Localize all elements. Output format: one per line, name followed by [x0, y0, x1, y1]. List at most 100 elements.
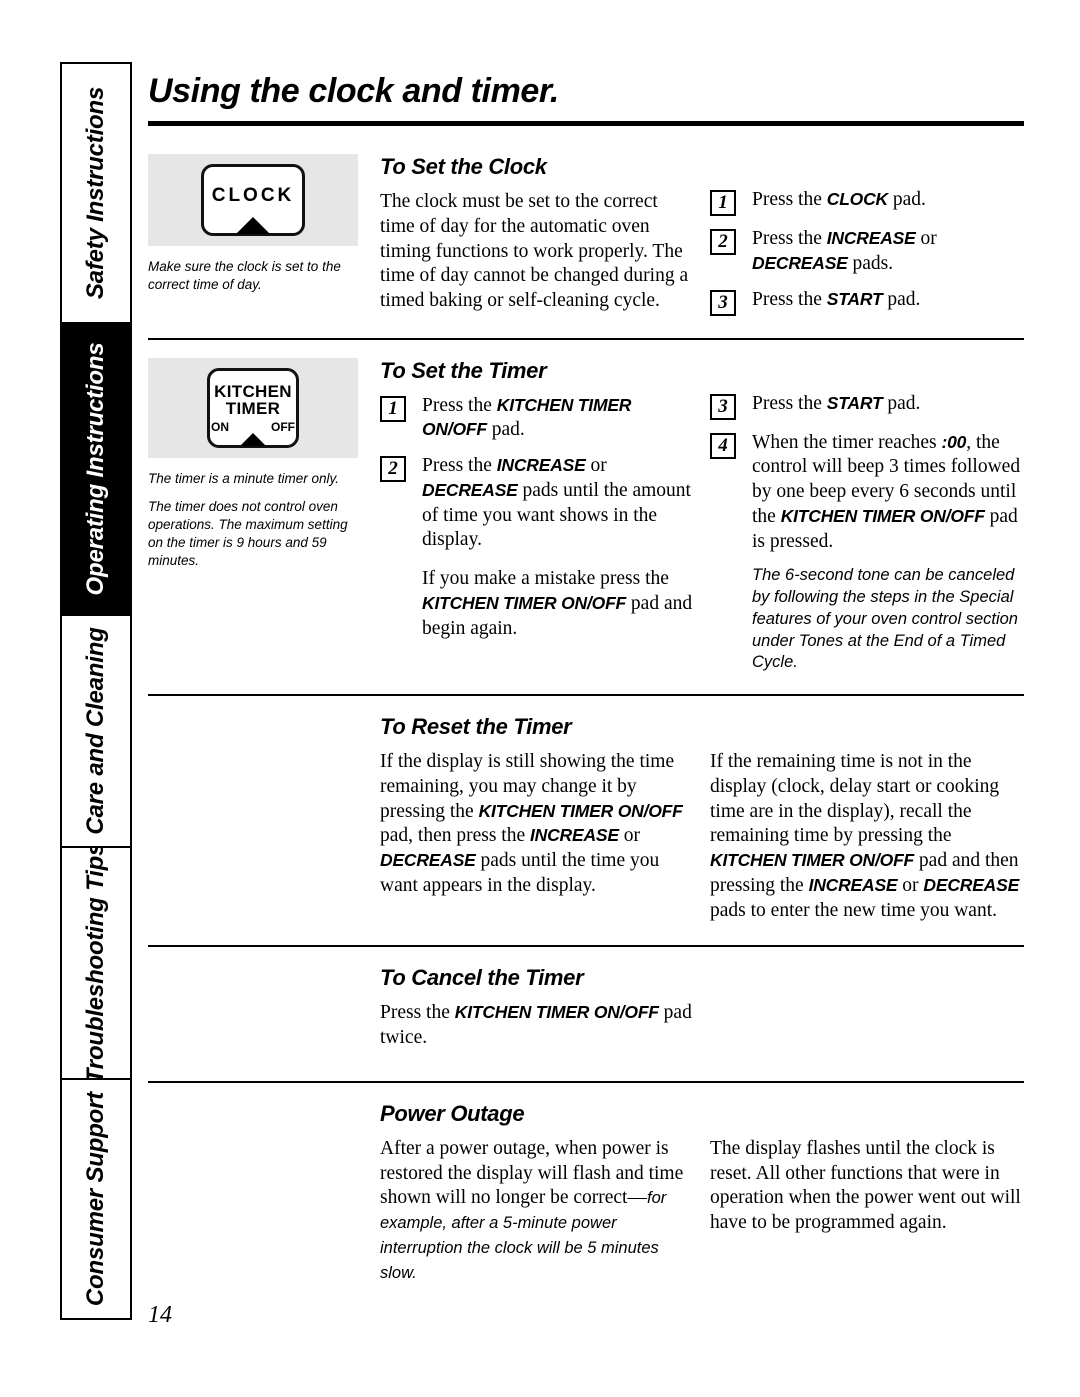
sidebar-tab-safety-instructions[interactable]: Safety Instructions: [62, 64, 130, 324]
keyword-start: START: [826, 392, 883, 413]
cancel-timer-text: Press the KITCHEN TIMER ON/OFF pad twice…: [380, 1001, 716, 1051]
keyword-increase: INCREASE: [826, 228, 916, 248]
power-outage-left-column: After a power outage, when power is rest…: [380, 1137, 710, 1286]
section-tab-sidebar: Safety Instructions Operating Instructio…: [60, 62, 132, 1320]
keyword-increase: INCREASE: [530, 825, 619, 846]
step-item: 4 When the timer reaches :00, the contro…: [710, 431, 1032, 555]
text-part: pads to enter the new time you want.: [710, 899, 998, 921]
text-part: After a power outage, when power is rest…: [380, 1137, 684, 1209]
step-text-post: pads.: [847, 252, 894, 274]
sidebar-tab-consumer-support[interactable]: Consumer Support: [62, 1080, 130, 1318]
keyword-kitchen-timer-on-off: KITCHEN TIMER ON/OFF: [710, 850, 915, 871]
triangle-indicator-icon: [240, 432, 266, 446]
reset-timer-right-column: If the remaining time is not in the disp…: [710, 750, 1032, 923]
set-clock-body: The clock must be set to the correct tim…: [380, 191, 689, 311]
step-number: 1: [380, 395, 406, 422]
set-timer-mistake-note: If you make a mistake press the KITCHEN …: [422, 567, 696, 641]
clock-pad-icon: CLOCK: [201, 164, 305, 236]
step-text-post: pad.: [882, 392, 921, 414]
step-item: 1 Press the KITCHEN TIMER ON/OFF pad.: [380, 394, 696, 444]
step-text: Press the START pad.: [752, 288, 1032, 313]
step-text-mid: or: [585, 455, 607, 476]
text-part: or: [618, 825, 640, 847]
step-text-pre: Press the: [752, 288, 827, 310]
step-text-pre: When the timer reaches: [752, 431, 942, 453]
step-text-pre: Press the: [422, 455, 497, 476]
sidebar-tab-care-and-cleaning[interactable]: Care and Cleaning: [62, 616, 130, 848]
section-to-set-the-clock: CLOCK Make sure the clock is set to the …: [148, 126, 1024, 316]
text-part: or: [897, 874, 924, 896]
mistake-text-pre: If you make a mistake press the: [422, 568, 669, 589]
step-text-mid: or: [915, 228, 937, 249]
step-text: Press the CLOCK pad.: [752, 188, 1032, 213]
section-power-outage: Power Outage After a power outage, when …: [148, 1083, 1024, 1286]
kitchen-timer-on-label: ON: [211, 419, 229, 434]
set-clock-steps-column: 1 Press the CLOCK pad. 2 Press the INCRE…: [710, 154, 1032, 316]
timer-caption-text-2: The timer does not control oven operatio…: [148, 498, 348, 569]
step-item: 3 Press the START pad.: [710, 392, 1032, 420]
reset-timer-right-text: If the remaining time is not in the disp…: [710, 750, 1032, 923]
heading-power-outage: Power Outage: [380, 1100, 525, 1126]
timer-illustration: KITCHEN TIMER ON OFF The timer is a minu…: [148, 357, 380, 571]
kitchen-timer-on-off-row: ON OFF: [211, 421, 295, 433]
power-outage-right-column: The display flashes until the clock is r…: [710, 1137, 1032, 1236]
set-clock-description-column: To Set the Clock The clock must be set t…: [380, 154, 710, 314]
sidebar-tab-label: Care and Cleaning: [82, 627, 109, 835]
clock-caption: Make sure the clock is set to the correc…: [148, 258, 360, 294]
step-text-pre: Press the: [422, 394, 497, 416]
step-item: 1 Press the CLOCK pad.: [710, 188, 1032, 216]
set-timer-right-column: 3 Press the START pad. 4 When the timer …: [710, 358, 1032, 675]
power-outage-right-text: The display flashes until the clock is r…: [710, 1137, 1021, 1234]
step-text-post: pad.: [486, 419, 525, 441]
step-text: Press the KITCHEN TIMER ON/OFF pad.: [422, 394, 696, 444]
keyword-kitchen-timer-on-off: KITCHEN TIMER ON/OFF: [454, 1002, 659, 1023]
keyword-start: START: [826, 288, 883, 309]
power-outage-left-text: After a power outage, when power is rest…: [380, 1137, 696, 1286]
timer-caption-text-1: The timer is a minute timer only.: [148, 470, 340, 486]
step-text-pre: Press the: [752, 189, 827, 210]
timer-pad-artbox: KITCHEN TIMER ON OFF: [148, 357, 358, 458]
heading-to-reset-the-timer: To Reset the Timer: [380, 714, 572, 740]
step-number: 4: [710, 432, 736, 459]
keyword-clock: CLOCK: [826, 189, 888, 209]
page-title: Using the clock and timer.: [148, 72, 559, 110]
text-part: If the remaining time is not in the disp…: [710, 751, 1000, 847]
step-text: When the timer reaches :00, the control …: [752, 431, 1032, 555]
page-number: 14: [148, 1302, 172, 1328]
sidebar-tab-label: Troubleshooting Tips: [82, 848, 109, 1080]
step-text-pre: Press the: [752, 392, 827, 414]
sidebar-tab-label: Safety Instructions: [82, 86, 109, 300]
section-to-cancel-the-timer: To Cancel the Timer Press the KITCHEN TI…: [148, 947, 1024, 1051]
reset-timer-left-text: If the display is still showing the time…: [380, 750, 696, 899]
keyword-decrease: DECREASE: [923, 874, 1020, 895]
section-to-set-the-timer: KITCHEN TIMER ON OFF The timer is a minu…: [148, 340, 1024, 675]
triangle-indicator-icon: [236, 217, 270, 234]
keyword-decrease: DECREASE: [380, 850, 476, 871]
step-text-pre: Press the: [752, 228, 827, 249]
keyword-increase: INCREASE: [496, 455, 586, 475]
set-timer-left-column: To Set the Timer 1 Press the KITCHEN TIM…: [380, 358, 710, 642]
six-second-tone-note: The 6-second tone can be canceled by fol…: [752, 566, 1018, 672]
step-number: 3: [710, 289, 736, 316]
sidebar-tab-operating-instructions[interactable]: Operating Instructions: [62, 324, 130, 616]
clock-pad-label: CLOCK: [211, 185, 295, 206]
keyword-increase: INCREASE: [808, 874, 898, 895]
heading-to-set-the-timer: To Set the Timer: [380, 357, 547, 383]
step-number: 2: [710, 229, 736, 255]
reset-timer-left-column: If the display is still showing the time…: [380, 750, 710, 899]
sidebar-tab-troubleshooting-tips[interactable]: Troubleshooting Tips: [62, 848, 130, 1080]
page-content: Using the clock and timer. CLOCK Make su…: [148, 72, 1024, 1285]
heading-to-cancel-the-timer: To Cancel the Timer: [380, 965, 584, 991]
step-item: 2 Press the INCREASE or DECREASE pads un…: [380, 454, 696, 553]
step-number: 3: [710, 393, 736, 420]
clock-caption-text: Make sure the clock is set to the correc…: [148, 259, 341, 293]
step-text: Press the INCREASE or DECREASE pads unti…: [422, 454, 696, 553]
step-item: 3 Press the START pad.: [710, 288, 1032, 316]
sidebar-tab-label: Operating Instructions: [82, 342, 109, 596]
keyword-kitchen-timer-on-off: KITCHEN TIMER ON/OFF: [780, 505, 985, 526]
keyword-decrease: DECREASE: [752, 252, 848, 273]
keyword-timer-zero: :00: [941, 431, 967, 452]
step-text: Press the INCREASE or DECREASE pads.: [752, 227, 1032, 277]
kitchen-timer-off-label: OFF: [271, 419, 295, 434]
text-part: pad, then press the: [380, 825, 531, 847]
